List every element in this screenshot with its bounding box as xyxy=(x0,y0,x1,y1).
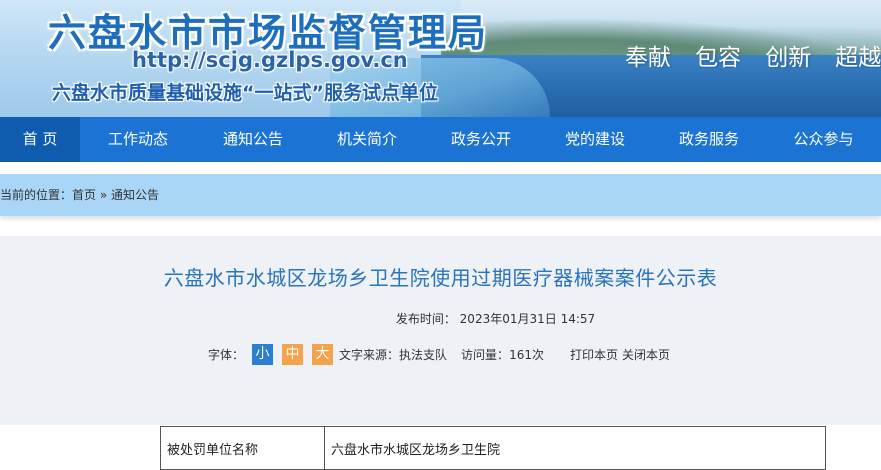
views-label: 访问量： xyxy=(461,348,510,362)
font-small-button[interactable]: 小 xyxy=(252,344,274,365)
nav-item-work-news[interactable]: 工作动态 xyxy=(80,117,196,162)
breadcrumb-current-link[interactable]: 通知公告 xyxy=(111,188,159,202)
main-nav: 首 页 工作动态 通知公告 机关简介 政务公开 党的建设 政务服务 公众参与 xyxy=(0,117,881,162)
nav-item-about[interactable]: 机关简介 xyxy=(310,117,424,162)
publish-date: 发布时间： 2023年01月31日 14:57 xyxy=(0,310,881,327)
slogan-4: 超越 xyxy=(835,45,881,68)
table-cell-value: 六盘水市水城区龙场乡卫生院 xyxy=(324,426,826,470)
nav-item-notices[interactable]: 通知公告 xyxy=(196,117,310,162)
close-page-link[interactable]: 关闭本页 xyxy=(622,346,670,363)
site-url: http://scjg.gzlps.gov.cn xyxy=(132,48,408,72)
nav-item-home[interactable]: 首 页 xyxy=(0,117,80,162)
font-size-label: 字体： xyxy=(208,348,245,362)
font-large-button[interactable]: 大 xyxy=(312,344,334,365)
nav-item-party[interactable]: 党的建设 xyxy=(538,117,652,162)
slogan-3: 创新 xyxy=(765,45,812,68)
breadcrumb-home-link[interactable]: 首页 xyxy=(72,188,96,202)
slogan-2: 包容 xyxy=(695,45,742,68)
slogan-row: 奉献 包容 创新 超越 xyxy=(625,38,881,68)
slogan-1: 奉献 xyxy=(625,45,671,68)
nav-item-services[interactable]: 政务服务 xyxy=(652,117,766,162)
publish-date-label: 发布时间： xyxy=(395,312,456,326)
source-label: 文字来源： xyxy=(339,348,400,362)
nav-item-gov-affairs[interactable]: 政务公开 xyxy=(424,117,538,162)
article-meta: 字体： 小 中 大 文字来源： 执法支队 访问量： 161次 打印本页 关闭本页 xyxy=(208,344,670,365)
nav-item-participation[interactable]: 公众参与 xyxy=(766,117,881,162)
table-row: 被处罚单位名称 六盘水市水城区龙场乡卫生院 xyxy=(160,426,826,470)
publish-date-value: 2023年01月31日 14:57 xyxy=(459,312,596,326)
print-page-link[interactable]: 打印本页 xyxy=(570,346,618,363)
nav-spacer xyxy=(0,162,881,174)
breadcrumb-separator: » xyxy=(99,188,108,202)
source-value: 执法支队 xyxy=(399,348,448,362)
site-subtitle: 六盘水市质量基础设施“一站式”服务试点单位 xyxy=(52,82,438,104)
article-title: 六盘水市水城区龙场乡卫生院使用过期医疗器械案案件公示表 xyxy=(163,266,718,290)
case-info-table: 被处罚单位名称 六盘水市水城区龙场乡卫生院 xyxy=(160,426,826,470)
breadcrumb-prefix: 您当前的位置： xyxy=(0,188,73,202)
table-cell-key: 被处罚单位名称 xyxy=(160,426,325,470)
font-medium-button[interactable]: 中 xyxy=(282,344,304,365)
site-banner: 六盘水市市场监督管理局 http://scjg.gzlps.gov.cn 六盘水… xyxy=(0,0,881,117)
breadcrumb: 您当前的位置：首页 » 通知公告 xyxy=(0,174,881,216)
views-value: 161次 xyxy=(509,348,544,362)
